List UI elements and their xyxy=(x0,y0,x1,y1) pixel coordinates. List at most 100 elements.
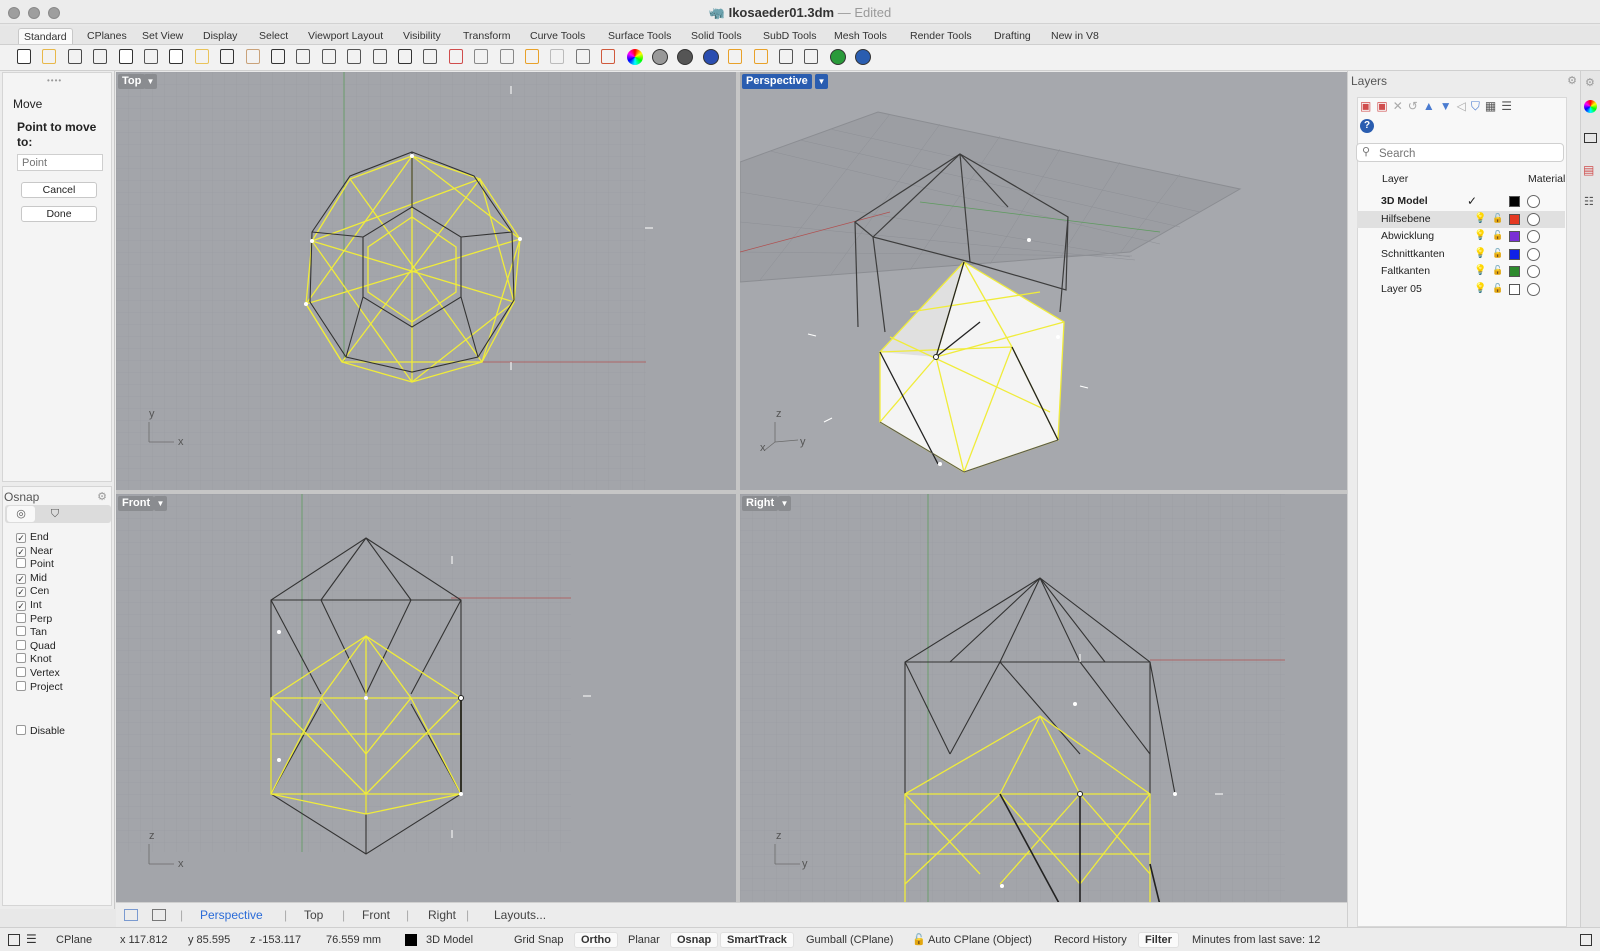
osnap-perp-checkbox[interactable]: Perp xyxy=(16,612,52,626)
done-button[interactable]: Done xyxy=(21,206,97,222)
osnap-knot-checkbox[interactable]: Knot xyxy=(16,653,52,666)
gumball-toggle[interactable]: Gumball (CPlane) xyxy=(806,934,893,946)
osnap-mid-checkbox[interactable]: ✓ Mid xyxy=(16,572,47,585)
viewport-front[interactable]: Front ▼ z x xyxy=(116,494,736,905)
layer-name[interactable]: Hilfsebene xyxy=(1381,213,1431,225)
tab-front[interactable]: Front xyxy=(362,908,390,922)
tab-set-view[interactable]: Set View xyxy=(137,28,188,44)
tab-subd-tools[interactable]: SubD Tools xyxy=(758,28,822,44)
layer-row[interactable]: 3D Model ✓ xyxy=(1357,193,1565,210)
checkbox-icon[interactable]: ✓ xyxy=(16,533,26,543)
export-icon[interactable] xyxy=(118,49,133,64)
checkbox-icon[interactable] xyxy=(16,653,26,664)
layers-icon[interactable]: ▤ xyxy=(1583,163,1598,177)
render-icon[interactable] xyxy=(702,49,719,65)
annotation-icon[interactable] xyxy=(779,49,793,64)
layer-color-swatch[interactable] xyxy=(1509,196,1520,207)
layer-row[interactable]: Layer 05 💡 🔓 xyxy=(1357,281,1565,298)
lock-icon[interactable]: 🔓 xyxy=(1492,230,1503,241)
osnap-toggle[interactable]: Osnap xyxy=(670,932,719,948)
layer-row[interactable]: Hilfsebene 💡 🔓 xyxy=(1357,210,1565,228)
menu-icon[interactable]: ☰ xyxy=(1501,99,1517,113)
layer-color-swatch[interactable] xyxy=(1509,283,1520,295)
tab-top[interactable]: Top xyxy=(304,908,323,922)
osnap-project-checkbox[interactable]: Project xyxy=(16,680,63,694)
list-icon[interactable]: ☰ xyxy=(26,932,37,946)
properties-icon[interactable] xyxy=(728,49,743,64)
tab-display[interactable]: Display xyxy=(198,28,242,44)
checkbox-icon[interactable]: ✓ xyxy=(16,587,26,598)
grid-snap-toggle[interactable]: Grid Snap xyxy=(514,934,564,946)
tab-visibility[interactable]: Visibility xyxy=(398,28,446,44)
osnap-int-checkbox[interactable]: ✓ Int xyxy=(16,599,42,612)
viewport-top[interactable]: Top ▼ y x xyxy=(116,72,736,490)
layer-name[interactable]: Layer 05 xyxy=(1381,283,1422,295)
checkbox-icon[interactable] xyxy=(16,612,26,623)
move-down-icon[interactable]: ▼ xyxy=(1440,99,1457,113)
open-icon[interactable] xyxy=(42,49,57,64)
layer-row[interactable]: Schnittkanten 💡 🔓 xyxy=(1357,246,1565,263)
globe-green-icon[interactable] xyxy=(829,49,846,65)
light-icon[interactable] xyxy=(550,49,565,64)
ortho-toggle[interactable]: Ortho xyxy=(574,932,618,948)
osnap-point-checkbox[interactable]: Point xyxy=(16,558,54,571)
lock-icon[interactable]: 🔓 xyxy=(1492,265,1503,276)
print-icon[interactable] xyxy=(93,49,108,64)
new-icon[interactable] xyxy=(17,49,31,64)
material-circle-icon[interactable] xyxy=(1527,282,1540,296)
viewport-right[interactable]: Right ▼ z y xyxy=(740,494,1347,905)
checkbox-icon[interactable] xyxy=(16,626,26,637)
tab-viewport-layout[interactable]: Viewport Layout xyxy=(303,28,388,44)
osnap-near-checkbox[interactable]: ✓ Near xyxy=(16,545,53,558)
snap-icon[interactable] xyxy=(525,49,539,64)
chevron-down-icon[interactable]: ▼ xyxy=(154,496,167,511)
layer-color-swatch[interactable] xyxy=(1509,231,1520,242)
tab-cplanes[interactable]: CPlanes xyxy=(82,28,132,44)
display-icon[interactable] xyxy=(1584,133,1597,143)
layer-name[interactable]: 3D Model xyxy=(1381,195,1428,207)
viewport-top-label[interactable]: Top xyxy=(118,74,146,89)
status-cplane[interactable]: CPlane xyxy=(56,934,92,946)
visibility-bulb-icon[interactable]: 💡 xyxy=(1474,230,1486,241)
visibility-bulb-icon[interactable]: 💡 xyxy=(1474,283,1486,294)
material-circle-icon[interactable] xyxy=(1527,247,1540,261)
move-up-icon[interactable]: ▲ xyxy=(1423,99,1440,113)
point-input[interactable] xyxy=(17,154,103,171)
undo-icon[interactable] xyxy=(220,49,235,64)
tab-curve-tools[interactable]: Curve Tools xyxy=(525,28,590,44)
measure-icon[interactable] xyxy=(753,49,768,64)
single-view-layout-icon[interactable] xyxy=(152,909,166,921)
tab-render-tools[interactable]: Render Tools xyxy=(905,28,977,44)
zoom-dynamic-icon[interactable] xyxy=(296,49,311,64)
layer-color-swatch[interactable] xyxy=(1509,266,1520,277)
tab-right[interactable]: Right xyxy=(428,908,456,922)
snap-target-icon[interactable]: ◎ xyxy=(7,506,35,522)
tab-perspective[interactable]: Perspective xyxy=(200,908,263,922)
copy-icon[interactable] xyxy=(169,49,184,64)
lock-icon[interactable]: 🔓 xyxy=(1492,248,1503,259)
cancel-button[interactable]: Cancel xyxy=(21,182,97,198)
gear-icon[interactable]: ⚙ xyxy=(1567,74,1577,87)
material-circle-icon[interactable] xyxy=(1527,230,1540,243)
layer-row[interactable]: Faltkanten 💡 🔓 xyxy=(1357,263,1565,280)
layer-color-swatch[interactable] xyxy=(1509,213,1520,225)
sphere-icon[interactable] xyxy=(652,49,668,65)
checkbox-icon[interactable] xyxy=(16,558,26,569)
viewport-right-label[interactable]: Right xyxy=(742,496,779,511)
osnap-cen-checkbox[interactable]: ✓ Cen xyxy=(16,585,49,598)
layer-name[interactable]: Faltkanten xyxy=(1381,265,1430,277)
table-icon[interactable]: ▦ xyxy=(1485,99,1501,113)
tab-select[interactable]: Select xyxy=(254,28,293,44)
checkbox-icon[interactable] xyxy=(16,639,26,650)
viewport-perspective[interactable]: Perspective ▼ z y x xyxy=(740,72,1347,490)
tab-surface-tools[interactable]: Surface Tools xyxy=(603,28,676,44)
chevron-down-icon[interactable]: ▼ xyxy=(815,74,828,89)
lock-icon[interactable]: 🔓 xyxy=(1492,283,1503,294)
filter-icon[interactable]: ⛉ xyxy=(1471,99,1485,113)
help-icon[interactable] xyxy=(855,49,872,65)
tab-standard[interactable]: Standard xyxy=(18,28,73,44)
layer-row[interactable]: Abwicklung 💡 🔓 xyxy=(1357,228,1565,245)
tab-mesh-tools[interactable]: Mesh Tools xyxy=(829,28,892,44)
mesh-icon[interactable] xyxy=(474,49,489,64)
osnap-disable-checkbox[interactable]: Disable xyxy=(16,725,65,738)
